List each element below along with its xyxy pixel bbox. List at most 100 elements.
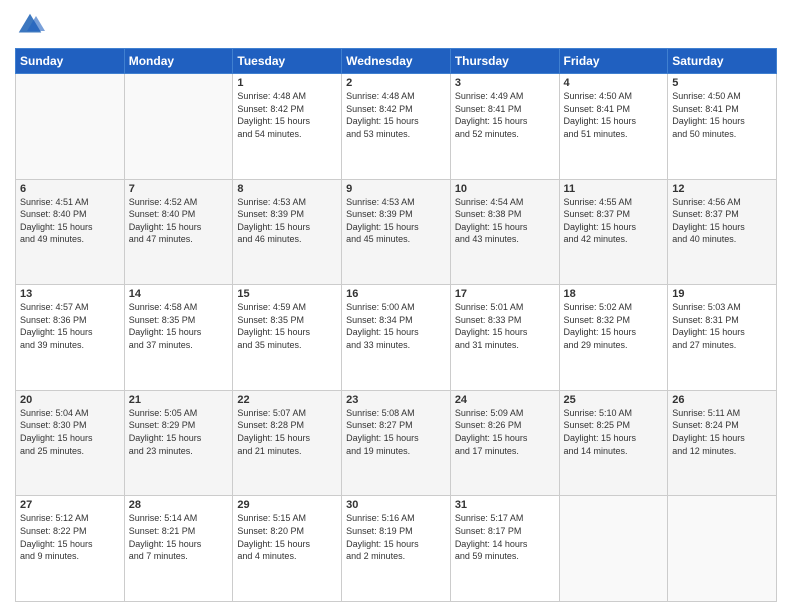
calendar-cell: 6Sunrise: 4:51 AM Sunset: 8:40 PM Daylig… (16, 179, 125, 285)
day-number: 26 (672, 394, 772, 406)
cell-content: Sunrise: 5:11 AM Sunset: 8:24 PM Dayligh… (672, 407, 772, 457)
cell-content: Sunrise: 4:55 AM Sunset: 8:37 PM Dayligh… (564, 196, 664, 246)
day-number: 20 (20, 394, 120, 406)
calendar-cell: 24Sunrise: 5:09 AM Sunset: 8:26 PM Dayli… (450, 390, 559, 496)
calendar-cell: 2Sunrise: 4:48 AM Sunset: 8:42 PM Daylig… (342, 74, 451, 180)
cell-content: Sunrise: 5:01 AM Sunset: 8:33 PM Dayligh… (455, 301, 555, 351)
day-number: 31 (455, 499, 555, 511)
calendar-cell: 25Sunrise: 5:10 AM Sunset: 8:25 PM Dayli… (559, 390, 668, 496)
logo (15, 10, 49, 40)
weekday-header-row: SundayMondayTuesdayWednesdayThursdayFrid… (16, 49, 777, 74)
week-row-5: 27Sunrise: 5:12 AM Sunset: 8:22 PM Dayli… (16, 496, 777, 602)
week-row-2: 6Sunrise: 4:51 AM Sunset: 8:40 PM Daylig… (16, 179, 777, 285)
calendar-cell: 29Sunrise: 5:15 AM Sunset: 8:20 PM Dayli… (233, 496, 342, 602)
cell-content: Sunrise: 4:58 AM Sunset: 8:35 PM Dayligh… (129, 301, 229, 351)
calendar-cell: 18Sunrise: 5:02 AM Sunset: 8:32 PM Dayli… (559, 285, 668, 391)
calendar-cell: 7Sunrise: 4:52 AM Sunset: 8:40 PM Daylig… (124, 179, 233, 285)
week-row-4: 20Sunrise: 5:04 AM Sunset: 8:30 PM Dayli… (16, 390, 777, 496)
calendar-cell: 17Sunrise: 5:01 AM Sunset: 8:33 PM Dayli… (450, 285, 559, 391)
cell-content: Sunrise: 5:16 AM Sunset: 8:19 PM Dayligh… (346, 512, 446, 562)
calendar-cell (559, 496, 668, 602)
calendar-table: SundayMondayTuesdayWednesdayThursdayFrid… (15, 48, 777, 602)
calendar-cell: 12Sunrise: 4:56 AM Sunset: 8:37 PM Dayli… (668, 179, 777, 285)
cell-content: Sunrise: 5:02 AM Sunset: 8:32 PM Dayligh… (564, 301, 664, 351)
cell-content: Sunrise: 4:48 AM Sunset: 8:42 PM Dayligh… (346, 90, 446, 140)
day-number: 27 (20, 499, 120, 511)
calendar-cell: 14Sunrise: 4:58 AM Sunset: 8:35 PM Dayli… (124, 285, 233, 391)
day-number: 8 (237, 183, 337, 195)
day-number: 2 (346, 77, 446, 89)
day-number: 17 (455, 288, 555, 300)
day-number: 13 (20, 288, 120, 300)
day-number: 16 (346, 288, 446, 300)
day-number: 7 (129, 183, 229, 195)
cell-content: Sunrise: 5:17 AM Sunset: 8:17 PM Dayligh… (455, 512, 555, 562)
cell-content: Sunrise: 5:10 AM Sunset: 8:25 PM Dayligh… (564, 407, 664, 457)
calendar-cell: 26Sunrise: 5:11 AM Sunset: 8:24 PM Dayli… (668, 390, 777, 496)
logo-icon (15, 10, 45, 40)
calendar-cell: 10Sunrise: 4:54 AM Sunset: 8:38 PM Dayli… (450, 179, 559, 285)
day-number: 6 (20, 183, 120, 195)
day-number: 23 (346, 394, 446, 406)
day-number: 25 (564, 394, 664, 406)
day-number: 18 (564, 288, 664, 300)
day-number: 3 (455, 77, 555, 89)
day-number: 29 (237, 499, 337, 511)
calendar-cell (16, 74, 125, 180)
cell-content: Sunrise: 4:56 AM Sunset: 8:37 PM Dayligh… (672, 196, 772, 246)
calendar-cell: 11Sunrise: 4:55 AM Sunset: 8:37 PM Dayli… (559, 179, 668, 285)
cell-content: Sunrise: 4:53 AM Sunset: 8:39 PM Dayligh… (237, 196, 337, 246)
cell-content: Sunrise: 4:48 AM Sunset: 8:42 PM Dayligh… (237, 90, 337, 140)
cell-content: Sunrise: 4:54 AM Sunset: 8:38 PM Dayligh… (455, 196, 555, 246)
calendar-cell: 31Sunrise: 5:17 AM Sunset: 8:17 PM Dayli… (450, 496, 559, 602)
week-row-1: 1Sunrise: 4:48 AM Sunset: 8:42 PM Daylig… (16, 74, 777, 180)
cell-content: Sunrise: 5:00 AM Sunset: 8:34 PM Dayligh… (346, 301, 446, 351)
cell-content: Sunrise: 4:57 AM Sunset: 8:36 PM Dayligh… (20, 301, 120, 351)
day-number: 10 (455, 183, 555, 195)
calendar-cell: 23Sunrise: 5:08 AM Sunset: 8:27 PM Dayli… (342, 390, 451, 496)
page: SundayMondayTuesdayWednesdayThursdayFrid… (0, 0, 792, 612)
cell-content: Sunrise: 5:07 AM Sunset: 8:28 PM Dayligh… (237, 407, 337, 457)
cell-content: Sunrise: 4:52 AM Sunset: 8:40 PM Dayligh… (129, 196, 229, 246)
day-number: 15 (237, 288, 337, 300)
calendar-cell: 4Sunrise: 4:50 AM Sunset: 8:41 PM Daylig… (559, 74, 668, 180)
calendar-cell (668, 496, 777, 602)
cell-content: Sunrise: 5:14 AM Sunset: 8:21 PM Dayligh… (129, 512, 229, 562)
day-number: 11 (564, 183, 664, 195)
cell-content: Sunrise: 4:59 AM Sunset: 8:35 PM Dayligh… (237, 301, 337, 351)
calendar-cell: 3Sunrise: 4:49 AM Sunset: 8:41 PM Daylig… (450, 74, 559, 180)
cell-content: Sunrise: 5:08 AM Sunset: 8:27 PM Dayligh… (346, 407, 446, 457)
calendar-cell: 15Sunrise: 4:59 AM Sunset: 8:35 PM Dayli… (233, 285, 342, 391)
weekday-header-friday: Friday (559, 49, 668, 74)
weekday-header-monday: Monday (124, 49, 233, 74)
cell-content: Sunrise: 4:51 AM Sunset: 8:40 PM Dayligh… (20, 196, 120, 246)
day-number: 12 (672, 183, 772, 195)
calendar-cell: 13Sunrise: 4:57 AM Sunset: 8:36 PM Dayli… (16, 285, 125, 391)
cell-content: Sunrise: 5:09 AM Sunset: 8:26 PM Dayligh… (455, 407, 555, 457)
day-number: 24 (455, 394, 555, 406)
week-row-3: 13Sunrise: 4:57 AM Sunset: 8:36 PM Dayli… (16, 285, 777, 391)
cell-content: Sunrise: 5:03 AM Sunset: 8:31 PM Dayligh… (672, 301, 772, 351)
calendar-cell: 27Sunrise: 5:12 AM Sunset: 8:22 PM Dayli… (16, 496, 125, 602)
cell-content: Sunrise: 5:05 AM Sunset: 8:29 PM Dayligh… (129, 407, 229, 457)
cell-content: Sunrise: 4:50 AM Sunset: 8:41 PM Dayligh… (564, 90, 664, 140)
cell-content: Sunrise: 4:49 AM Sunset: 8:41 PM Dayligh… (455, 90, 555, 140)
day-number: 4 (564, 77, 664, 89)
calendar-cell: 19Sunrise: 5:03 AM Sunset: 8:31 PM Dayli… (668, 285, 777, 391)
calendar-cell: 16Sunrise: 5:00 AM Sunset: 8:34 PM Dayli… (342, 285, 451, 391)
calendar-cell: 30Sunrise: 5:16 AM Sunset: 8:19 PM Dayli… (342, 496, 451, 602)
cell-content: Sunrise: 5:12 AM Sunset: 8:22 PM Dayligh… (20, 512, 120, 562)
cell-content: Sunrise: 4:50 AM Sunset: 8:41 PM Dayligh… (672, 90, 772, 140)
weekday-header-thursday: Thursday (450, 49, 559, 74)
day-number: 1 (237, 77, 337, 89)
cell-content: Sunrise: 5:04 AM Sunset: 8:30 PM Dayligh… (20, 407, 120, 457)
calendar-cell: 22Sunrise: 5:07 AM Sunset: 8:28 PM Dayli… (233, 390, 342, 496)
calendar-cell: 1Sunrise: 4:48 AM Sunset: 8:42 PM Daylig… (233, 74, 342, 180)
calendar-cell (124, 74, 233, 180)
day-number: 5 (672, 77, 772, 89)
calendar-cell: 9Sunrise: 4:53 AM Sunset: 8:39 PM Daylig… (342, 179, 451, 285)
day-number: 19 (672, 288, 772, 300)
header (15, 10, 777, 40)
calendar-cell: 21Sunrise: 5:05 AM Sunset: 8:29 PM Dayli… (124, 390, 233, 496)
day-number: 14 (129, 288, 229, 300)
